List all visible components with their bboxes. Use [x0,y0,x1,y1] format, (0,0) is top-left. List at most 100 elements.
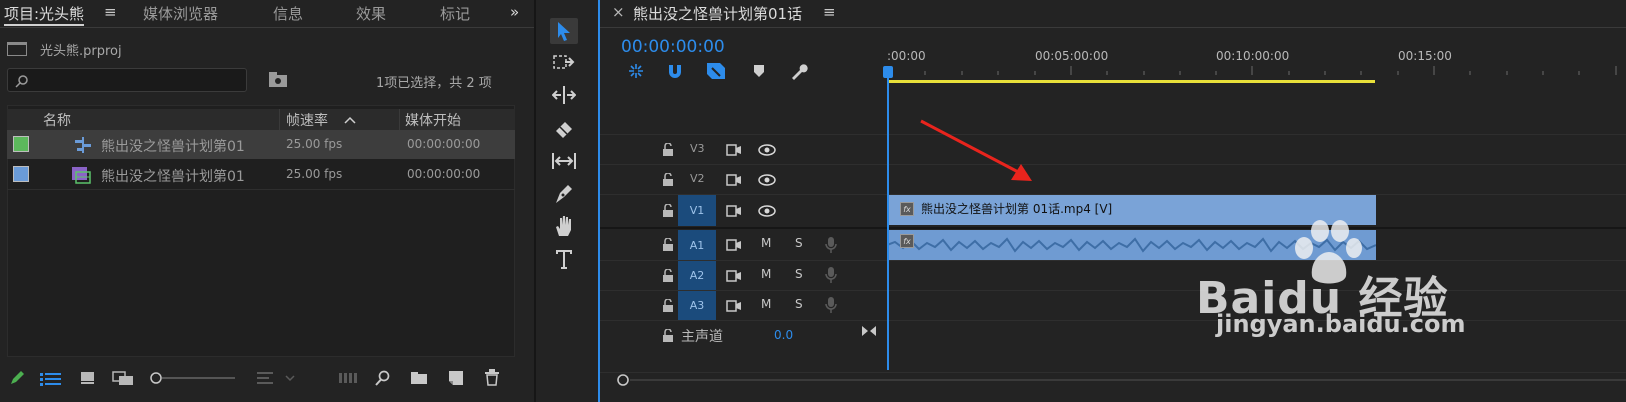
snap-icon[interactable] [667,63,683,79]
sync-lock-icon[interactable] [726,299,742,313]
playhead-timecode[interactable]: 00:00:00:00 [621,37,725,57]
column-name[interactable]: 名称 [43,110,71,130]
eye-icon[interactable] [758,205,776,217]
track-select-tool[interactable] [550,50,578,76]
sequence-menu-icon[interactable]: ≡ [823,3,836,21]
tab-media-browser[interactable]: 媒体浏览器 [143,3,218,24]
sort-ascending-icon[interactable] [344,116,356,124]
new-item-icon[interactable] [448,370,464,386]
track-header-v1: V1 [600,195,886,226]
slip-icon [552,153,576,169]
fx-badge-icon: fx [900,234,914,248]
lock-icon[interactable] [662,299,674,313]
hand-tool[interactable] [550,213,578,239]
new-bin-icon[interactable] [410,371,428,385]
linked-selection-icon[interactable] [706,62,726,80]
label-color-swatch[interactable] [13,136,29,152]
solo-button[interactable]: S [795,267,803,281]
source-patch-a1[interactable]: A1 [678,230,716,260]
more-tabs-icon[interactable]: » [510,3,519,21]
sequence-tab[interactable]: 熊出没之怪兽计划第01话 [633,3,802,24]
work-area-bar[interactable] [887,80,1375,83]
microphone-icon[interactable] [825,236,837,254]
master-volume-value[interactable]: 0.0 [774,328,793,342]
tab-project[interactable]: 项目:光头熊 [4,3,85,26]
video-clip-icon [72,167,91,184]
type-tool[interactable] [550,246,578,272]
razor-icon [556,122,572,138]
list-item[interactable]: 熊出没之怪兽计划第01 25.00 fps 00:00:00:00 [7,160,515,189]
time-ruler[interactable]: :00:00 00:05:00:00 00:10:00:00 00:15:00 [887,44,1626,84]
automate-to-sequence-icon[interactable] [338,372,358,384]
zoom-slider[interactable] [149,371,239,385]
ripple-edit-tool[interactable] [550,82,578,108]
source-patch-v1[interactable]: V1 [678,195,716,226]
tab-markers[interactable]: 标记 [440,3,470,24]
pencil-icon[interactable] [9,370,25,386]
search-input[interactable] [7,68,247,92]
timeline-scrollbar[interactable] [630,379,1626,381]
tab-info[interactable]: 信息 [273,3,303,24]
track-header-a2: A2 M S [600,261,886,290]
selection-tool[interactable] [550,18,578,44]
mute-button[interactable]: M [761,236,771,250]
wrench-icon[interactable] [790,62,808,80]
sync-lock-icon[interactable] [726,269,742,283]
source-patch-a3[interactable]: A3 [678,291,716,320]
project-panel: 项目:光头熊 ≡ 媒体浏览器 信息 效果 标记 » 光头熊.prproj 1项已… [0,0,534,402]
lock-icon[interactable] [662,143,674,157]
freeform-view-icon[interactable] [112,370,136,386]
sequence-icon [75,137,91,153]
project-menu-icon[interactable]: ≡ [104,3,117,21]
list-view-icon[interactable] [40,372,62,386]
mute-button[interactable]: M [761,267,771,281]
solo-button[interactable]: S [795,297,803,311]
track-name: V2 [690,172,705,185]
list-item[interactable]: 熊出没之怪兽计划第01 25.00 fps 00:00:00:00 [7,130,515,159]
go-to-in-out-icon[interactable] [861,325,877,337]
slip-tool[interactable] [550,148,578,174]
track-header-a3: A3 M S [600,291,886,320]
label-color-swatch[interactable] [13,166,29,182]
trash-icon[interactable] [484,369,500,386]
item-framerate: 25.00 fps [286,137,343,151]
lock-icon[interactable] [662,173,674,187]
column-framerate[interactable]: 帧速率 [286,110,328,130]
lock-icon[interactable] [662,269,674,283]
find-icon[interactable] [375,370,391,386]
item-media-start: 00:00:00:00 [407,137,481,151]
timeline-zoom-handle[interactable] [616,373,630,387]
razor-tool[interactable] [550,116,578,142]
track-name: A1 [689,238,705,252]
sync-lock-icon[interactable] [726,204,742,218]
selection-arrow-icon [558,22,570,41]
column-media-start[interactable]: 媒体开始 [405,110,461,130]
sort-icons-icon[interactable] [256,371,296,385]
icon-view-icon[interactable] [80,371,96,385]
solo-button[interactable]: S [795,236,803,250]
source-patch-a2[interactable]: A2 [678,261,716,290]
track-header-a1: A1 M S [600,230,886,260]
new-search-bin-icon[interactable] [268,71,288,88]
sync-lock-icon[interactable] [726,238,742,252]
pen-tool[interactable] [550,181,578,207]
nest-toggle-icon[interactable] [627,62,645,80]
sync-lock-icon[interactable] [726,173,742,187]
playhead-handle[interactable] [883,66,893,78]
tab-effects[interactable]: 效果 [356,3,386,24]
add-marker-icon[interactable] [753,64,765,78]
mute-button[interactable]: M [761,297,771,311]
eye-icon[interactable] [758,174,776,186]
eye-icon[interactable] [758,144,776,156]
lock-icon[interactable] [662,329,674,343]
ruler-tick-label: 00:05:00:00 [1035,49,1109,63]
track-name: V3 [690,142,705,155]
playhead[interactable] [887,66,889,370]
microphone-icon[interactable] [825,296,837,314]
close-sequence-icon[interactable]: × [612,3,625,21]
sync-lock-icon[interactable] [726,143,742,157]
microphone-icon[interactable] [825,266,837,284]
lock-icon[interactable] [662,204,674,218]
lock-icon[interactable] [662,238,674,252]
ruler-tick-label: 00:15:00 [1398,49,1452,63]
